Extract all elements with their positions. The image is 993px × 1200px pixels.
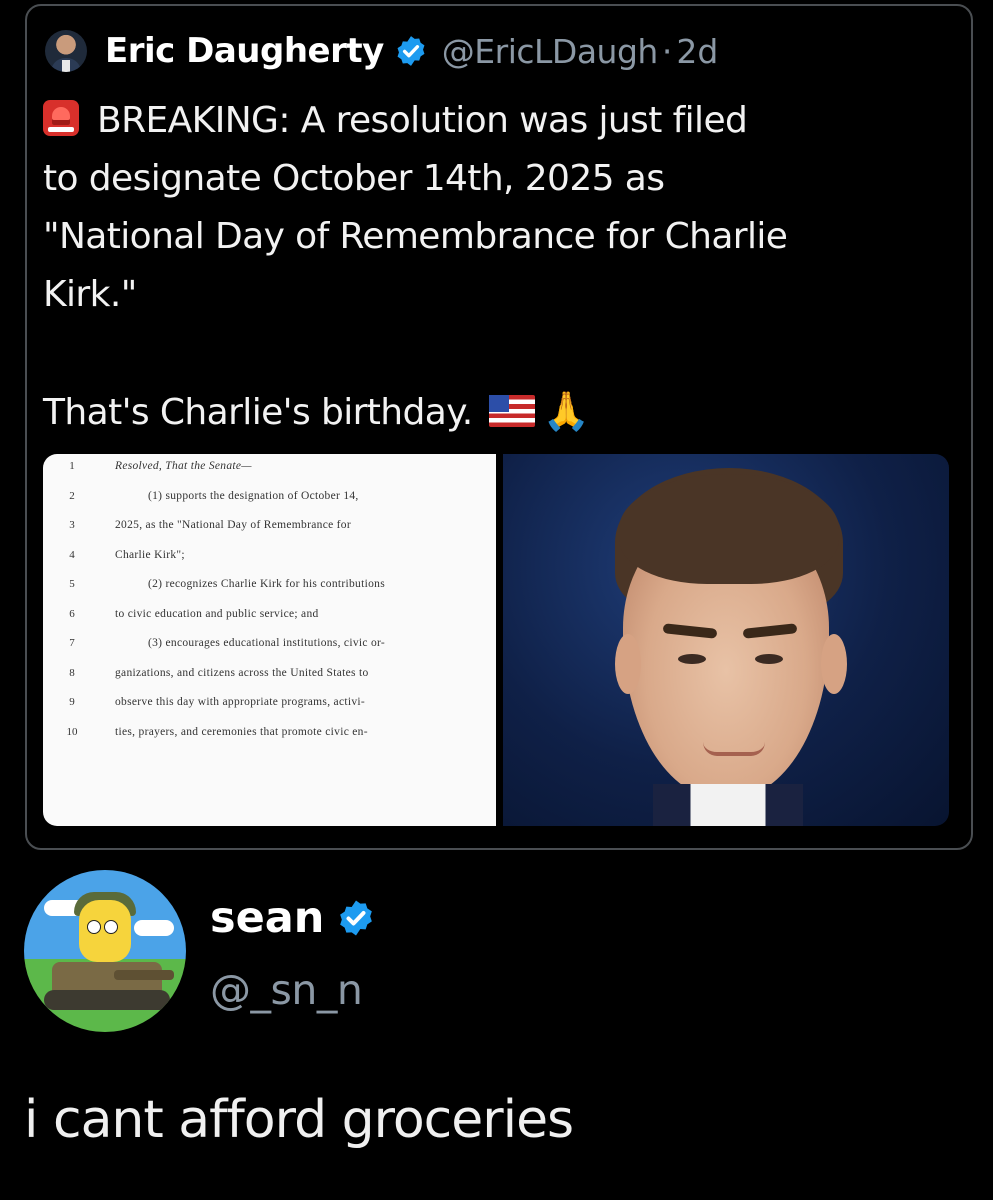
document-line: 9 observe this day with appropriate progr… [43,696,496,716]
document-line-text: observe this day with appropriate progra… [115,696,366,708]
document-line-text: Resolved, That the Senate— [115,460,252,472]
reply-tweet-text: i cant afford groceries [24,1090,574,1150]
document-line-text: (1) supports the designation of October … [148,489,359,502]
document-line: 8 ganizations, and citizens across the Un… [43,667,496,687]
quoted-tweet-header: Eric Daugherty @EricLDaugh · 2d [45,26,718,76]
document-line: 10 ties, prayers, and ceremonies that pro… [43,726,496,746]
portrait-photo[interactable] [503,454,949,826]
document-line: 7 (3) encourages educational institutions… [43,637,496,657]
reply-author-handle[interactable]: @_sn_n [210,966,363,1014]
document-line: 2 (1) supports the designation of October… [43,490,496,510]
document-line: 6 to civic education and public service; … [43,608,496,628]
document-line-number: 9 [69,696,75,708]
tweet-text-line: to designate October 14th, 2025 as [43,158,665,199]
document-line-number: 5 [69,578,75,590]
document-line-text: (3) encourages educational institutions,… [148,637,386,649]
document-line-number: 1 [69,460,75,472]
document-line: 4 Charlie Kirk"; [43,549,496,569]
document-line-text: to civic education and public service; a… [115,607,319,620]
tweet-media[interactable]: 1 Resolved, That the Senate— 2 (1) supports… [43,454,949,826]
tweet-text-line: That's Charlie's birthday. [43,392,473,433]
tweet-text-line: BREAKING: A resolution was just filed [97,100,748,141]
resolution-document-image[interactable]: 1 Resolved, That the Senate— 2 (1) supports… [43,454,496,826]
document-line-text: (2) recognizes Charlie Kirk for his cont… [148,578,385,590]
document-line: 5 (2) recognizes Charlie Kirk for his con… [43,578,496,598]
quoted-tweet-text: BREAKING: A resolution was just filed to… [43,92,923,442]
praying-hands-icon: 🙏 [542,389,590,433]
document-line-number: 2 [69,489,75,502]
document-line-number: 3 [69,519,75,531]
document-line-number: 6 [69,607,75,620]
quoted-author-name[interactable]: Eric Daugherty [105,31,384,71]
document-line-text: 2025, as the "National Day of Remembranc… [115,519,351,531]
reply-author-name[interactable]: sean [210,893,324,943]
media-divider [496,454,503,826]
document-line-number: 4 [69,548,75,561]
tweet-text-line: Kirk." [43,274,137,315]
police-light-icon [43,100,79,136]
document-line: 1 Resolved, That the Senate— [43,460,496,480]
document-line-text: ganizations, and citizens across the Uni… [115,666,369,679]
reply-author-name-row: sean [210,893,390,943]
tweet-text-line: "National Day of Remembrance for Charlie [43,216,788,257]
document-line-text: Charlie Kirk"; [115,548,185,561]
verified-badge-icon [340,900,373,936]
tweet-timestamp[interactable]: 2d [676,32,718,71]
document-line-number: 10 [66,725,78,738]
document-line-number: 7 [69,637,75,649]
document-line-number: 8 [69,666,75,679]
separator-dot: · [661,31,673,71]
quoted-author-handle[interactable]: @EricLDaugh [442,32,659,71]
us-flag-icon [488,395,535,427]
document-line-text: ties, prayers, and ceremonies that promo… [115,725,368,738]
verified-badge-icon [397,36,425,66]
quoted-author-avatar[interactable] [45,30,87,72]
reply-author-avatar[interactable] [24,870,186,1032]
document-line: 3 2025, as the "National Day of Remembran… [43,519,496,539]
